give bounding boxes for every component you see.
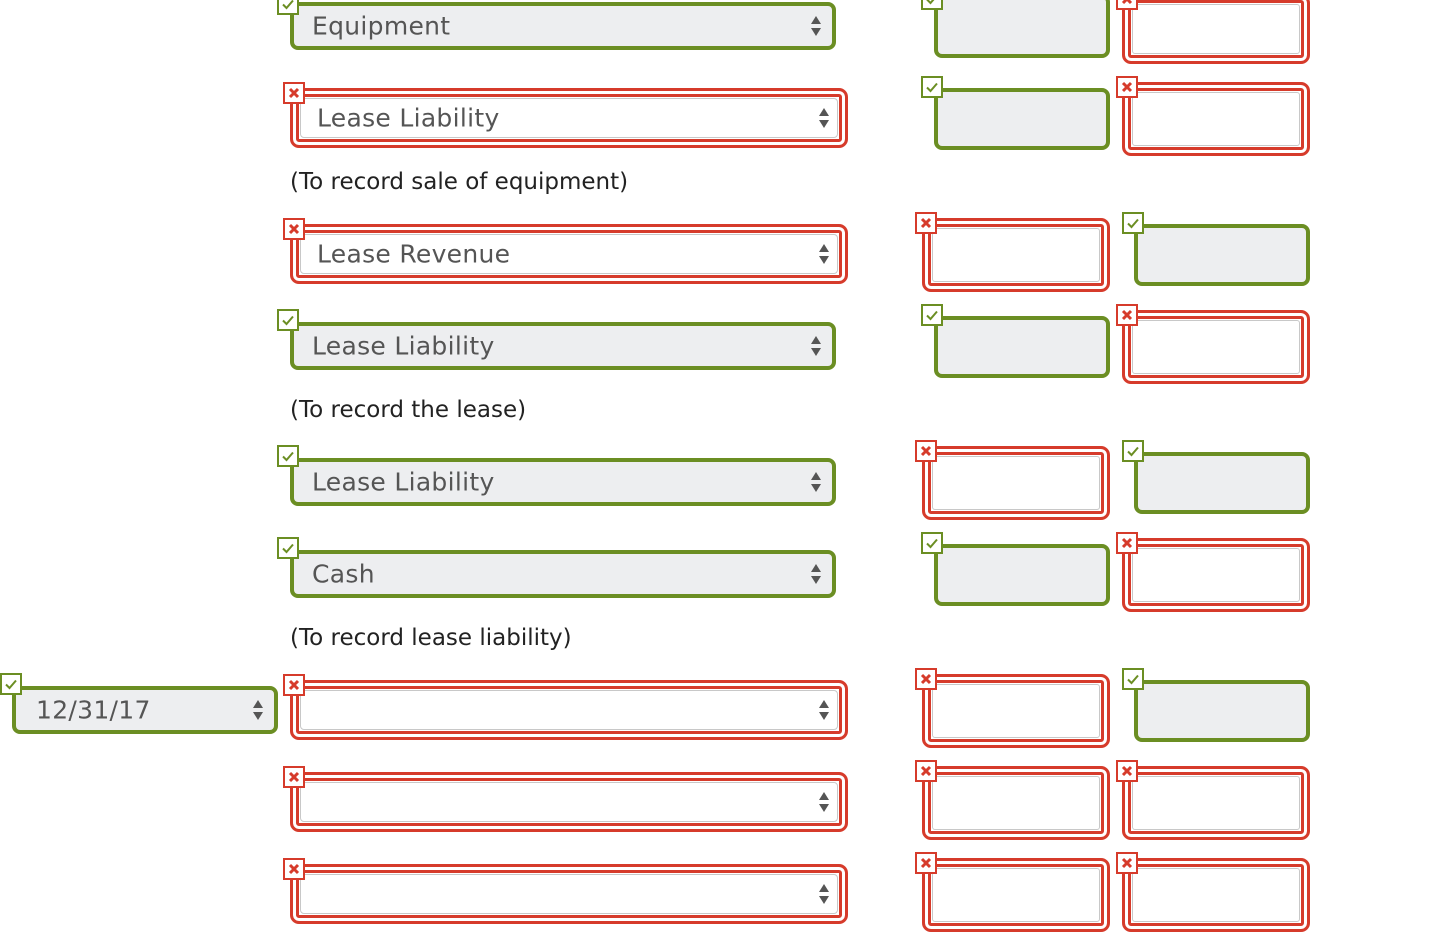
select-arrows-icon: [810, 13, 822, 39]
account-select[interactable]: Lease Liability: [290, 458, 836, 506]
check-icon: [277, 445, 299, 467]
debit-input[interactable]: [934, 88, 1110, 150]
x-icon: [915, 852, 937, 874]
check-icon: [921, 76, 943, 98]
debit-input[interactable]: [934, 316, 1110, 378]
check-icon: [277, 309, 299, 331]
account-select[interactable]: [290, 864, 848, 924]
credit-input[interactable]: [1122, 82, 1310, 156]
debit-input[interactable]: [922, 446, 1110, 520]
account-select-value: Lease Liability: [317, 103, 500, 133]
debit-input[interactable]: [934, 0, 1110, 58]
x-icon: [283, 858, 305, 880]
account-select-value: Lease Liability: [312, 331, 495, 361]
check-icon: [921, 304, 943, 326]
x-icon: [1116, 304, 1138, 326]
entry-note: (To record sale of equipment): [290, 169, 629, 195]
credit-input[interactable]: [1134, 224, 1310, 286]
x-icon: [915, 440, 937, 462]
debit-input[interactable]: [922, 674, 1110, 748]
x-icon: [283, 674, 305, 696]
x-icon: [1116, 76, 1138, 98]
date-select[interactable]: 12/31/17: [12, 686, 278, 734]
credit-input[interactable]: [1122, 858, 1310, 932]
debit-input[interactable]: [934, 544, 1110, 606]
account-select-value: Equipment: [312, 11, 451, 41]
account-select-value: Cash: [312, 559, 375, 589]
account-select[interactable]: [290, 772, 848, 832]
account-select[interactable]: [290, 680, 848, 740]
check-icon: [921, 532, 943, 554]
credit-input[interactable]: [1134, 680, 1310, 742]
check-icon: [1122, 440, 1144, 462]
x-icon: [915, 760, 937, 782]
check-icon: [277, 0, 299, 15]
credit-input[interactable]: [1122, 538, 1310, 612]
account-select-value: Lease Liability: [312, 467, 495, 497]
x-icon: [915, 212, 937, 234]
x-icon: [283, 766, 305, 788]
select-arrows-icon: [818, 105, 830, 131]
x-icon: [1116, 760, 1138, 782]
credit-input[interactable]: [1122, 0, 1310, 64]
date-select-value: 12/31/17: [36, 695, 151, 725]
x-icon: [1116, 0, 1138, 10]
check-icon: [921, 0, 943, 10]
account-select[interactable]: Cash: [290, 550, 836, 598]
select-arrows-icon: [810, 333, 822, 359]
select-arrows-icon: [810, 561, 822, 587]
select-arrows-icon: [818, 881, 830, 907]
account-select[interactable]: Lease Revenue: [290, 224, 848, 284]
select-arrows-icon: [818, 241, 830, 267]
select-arrows-icon: [818, 789, 830, 815]
check-icon: [1122, 212, 1144, 234]
account-select-value: Lease Revenue: [317, 239, 511, 269]
entry-note: (To record lease liability): [290, 625, 572, 651]
account-select[interactable]: Equipment: [290, 2, 836, 50]
x-icon: [1116, 532, 1138, 554]
credit-input[interactable]: [1134, 452, 1310, 514]
credit-input[interactable]: [1122, 766, 1310, 840]
account-select[interactable]: Lease Liability: [290, 322, 836, 370]
check-icon: [1122, 668, 1144, 690]
account-select[interactable]: Lease Liability: [290, 88, 848, 148]
x-icon: [283, 218, 305, 240]
x-icon: [283, 82, 305, 104]
entry-note: (To record the lease): [290, 397, 527, 423]
debit-input[interactable]: [922, 218, 1110, 292]
x-icon: [915, 668, 937, 690]
select-arrows-icon: [810, 469, 822, 495]
select-arrows-icon: [252, 697, 264, 723]
check-icon: [277, 537, 299, 559]
debit-input[interactable]: [922, 858, 1110, 932]
credit-input[interactable]: [1122, 310, 1310, 384]
debit-input[interactable]: [922, 766, 1110, 840]
x-icon: [1116, 852, 1138, 874]
check-icon: [0, 673, 22, 695]
select-arrows-icon: [818, 697, 830, 723]
